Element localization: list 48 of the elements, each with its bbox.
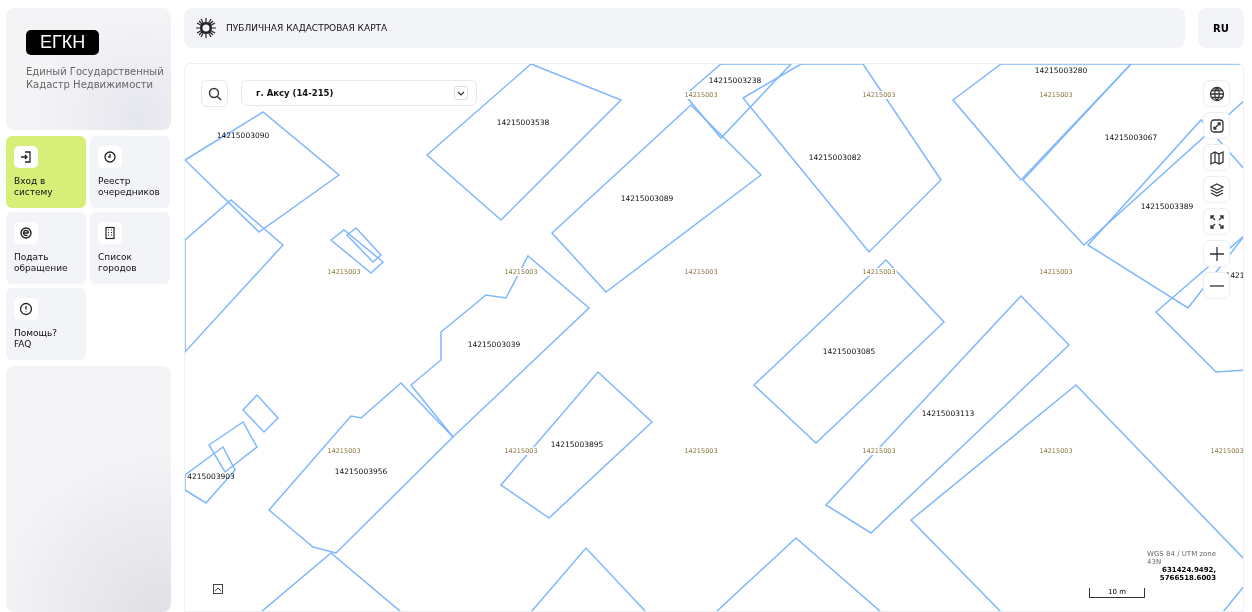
parcel-outline[interactable]: [185, 445, 236, 504]
parcel-outline[interactable]: [345, 227, 383, 264]
parcel-outline[interactable]: [529, 546, 648, 611]
logo[interactable]: ЕГКН: [26, 30, 100, 55]
nav-tile[interactable]: Список городов: [90, 212, 170, 284]
page-title: ПУБЛИЧНАЯ КАДАСТРОВАЯ КАРТА: [226, 23, 388, 33]
search-button[interactable]: [201, 80, 228, 107]
zoom-in-button[interactable]: [1203, 240, 1230, 267]
search-icon: [207, 86, 222, 101]
emblem-icon: [196, 18, 216, 38]
map-button[interactable]: [1203, 144, 1230, 171]
email-icon: [19, 226, 33, 240]
parcel-outline[interactable]: [208, 420, 258, 474]
parcel-outline[interactable]: [185, 199, 285, 354]
parcel-outline[interactable]: [550, 103, 763, 293]
expand-button[interactable]: [1203, 112, 1230, 139]
clock-icon: [103, 150, 117, 164]
building-icon: [103, 226, 117, 240]
zoom-out-icon: [1208, 284, 1225, 287]
nav-tile[interactable]: Реестр очередников: [90, 136, 170, 208]
layers-button[interactable]: [1203, 176, 1230, 203]
nav-tile[interactable]: Помощь? FAQ: [6, 288, 86, 360]
city-select[interactable]: г. Аксу (14-215): [241, 80, 477, 106]
parcel-outline[interactable]: [267, 381, 455, 554]
parcel-outline[interactable]: [499, 370, 654, 519]
parcel-outline[interactable]: [909, 384, 1243, 611]
logo-subtitle: Единый Государственный Кадастр Недвижимости: [26, 65, 165, 91]
parcel-outline[interactable]: [241, 393, 280, 434]
parcel-outline[interactable]: [714, 537, 883, 611]
expand-icon: [1208, 117, 1225, 134]
map-icon: [1208, 149, 1225, 166]
zoom-in-icon: [1208, 245, 1225, 262]
parcel-outline[interactable]: [425, 64, 623, 222]
info-icon: [19, 302, 33, 316]
login-icon: [19, 150, 33, 164]
nav-tile[interactable]: Подать обращение: [6, 212, 86, 284]
parcel-outline[interactable]: [329, 229, 385, 274]
globe-icon: [1208, 85, 1225, 102]
caret-icon: [454, 86, 468, 100]
globe-button[interactable]: [1203, 80, 1230, 107]
parcel-outline[interactable]: [824, 294, 1071, 534]
fullscreen-icon: [1208, 213, 1225, 230]
city-select-value: г. Аксу (14-215): [256, 88, 334, 98]
fullscreen-button[interactable]: [1203, 208, 1230, 235]
layers-icon: [1208, 181, 1225, 198]
nav-tile[interactable]: Вход в систему: [6, 136, 86, 208]
parcel-outline[interactable]: [409, 254, 591, 439]
language-button[interactable]: RU: [1198, 8, 1244, 48]
